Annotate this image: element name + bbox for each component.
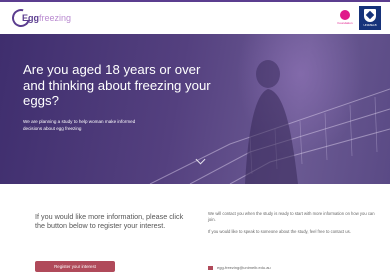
info-details: We will contact you when the study is re…: [208, 211, 378, 241]
info-contact-text: We will contact you when the study is re…: [208, 211, 375, 222]
email-link[interactable]: egg-freezing@unimelb.edu.au: [217, 265, 271, 270]
partner1-caption: Foundation: [337, 21, 353, 25]
email-contact: egg-freezing@unimelb.edu.au: [208, 264, 271, 271]
partner-logo-university[interactable]: UNIMELB: [359, 6, 381, 30]
logo-mark-icon: [8, 5, 34, 31]
bridge-background-image: [149, 60, 390, 184]
hero-title: Are you aged 18 years or over and thinki…: [23, 62, 211, 108]
partner2-caption: UNIMELB: [363, 23, 377, 27]
info-speak-text: If you would like to speak to someone ab…: [208, 229, 351, 234]
hero-subtitle: We are planning a study to help woman ma…: [23, 119, 136, 131]
envelope-icon: [208, 265, 213, 270]
university-crest-icon: [364, 9, 376, 22]
register-interest-button[interactable]: Register your interest: [35, 261, 115, 272]
foundation-logo-icon: [340, 10, 350, 20]
partner-logo-foundation[interactable]: Foundation: [336, 8, 354, 28]
info-lead-text: If you would like more information, plea…: [35, 212, 184, 230]
site-logo[interactable]: Egg freezing: [8, 5, 72, 31]
logo-text-secondary: freezing: [39, 13, 72, 23]
hero-banner: Are you aged 18 years or over and thinki…: [0, 34, 390, 184]
site-header: Egg freezing Foundation UNIMELB: [0, 2, 390, 34]
